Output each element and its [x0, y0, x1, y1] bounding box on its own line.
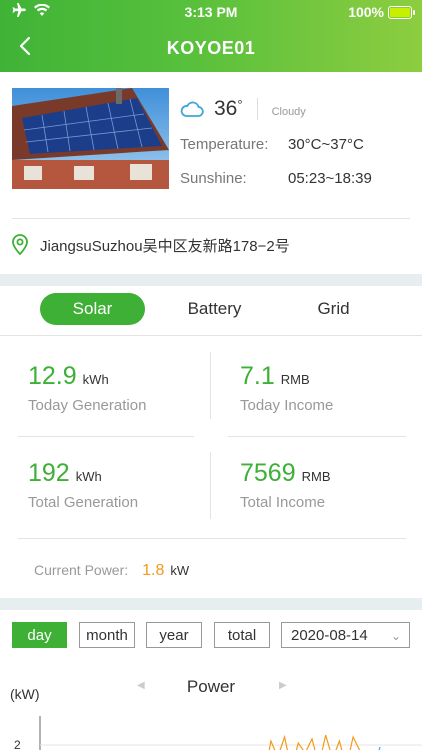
- filter-day-button[interactable]: day: [12, 622, 67, 648]
- temperature-label: Temperature:: [180, 136, 269, 153]
- grid-divider-h: [18, 538, 406, 539]
- location-pin-icon: [12, 234, 28, 256]
- current-power-value: 1.8: [142, 562, 165, 579]
- power-chart: 2: [14, 716, 422, 750]
- grid-divider-h: [18, 436, 194, 437]
- weather-summary: 36° Cloudy: [180, 97, 306, 121]
- current-power-unit: kW: [170, 563, 190, 578]
- total-income-value: 7569: [240, 459, 296, 487]
- grid-divider-v: [210, 452, 211, 519]
- total-generation-label: Total Generation: [28, 494, 139, 511]
- site-photo: [12, 88, 169, 189]
- total-income: 7569 RMB Total Income: [240, 459, 331, 511]
- chart-title: Power: [186, 677, 236, 696]
- sunshine-row: Sunshine: 05:23~18:39: [180, 170, 372, 187]
- divider: [12, 218, 410, 219]
- current-power-label: Current Power:: [34, 562, 129, 578]
- date-value: 2020-08-14: [291, 627, 368, 644]
- current-power: Current Power: 1.8 kW: [34, 562, 189, 580]
- grid-divider-h: [228, 436, 406, 437]
- grid-divider-v: [210, 352, 211, 419]
- sunshine-value: 05:23~18:39: [288, 170, 372, 187]
- tab-solar[interactable]: Solar: [40, 293, 145, 325]
- temperature-row: Temperature: 30°C~37°C: [180, 136, 364, 153]
- today-income-label: Today Income: [240, 397, 334, 414]
- current-temperature: 36°: [214, 97, 243, 120]
- total-income-unit: RMB: [301, 469, 331, 484]
- total-generation-value: 192: [28, 459, 70, 487]
- today-generation-unit: kWh: [82, 372, 109, 387]
- weather-condition: Cloudy: [271, 106, 306, 118]
- page-title: KOYOE01: [166, 38, 256, 58]
- tab-grid[interactable]: Grid: [281, 293, 386, 325]
- filter-month-button[interactable]: month: [79, 622, 135, 648]
- cloud-icon: [180, 101, 204, 117]
- today-generation: 12.9 kWh Today Generation: [28, 362, 146, 414]
- section-separator: [0, 598, 422, 610]
- status-right: 100%: [348, 4, 415, 20]
- today-income: 7.1 RMB Today Income: [240, 362, 333, 414]
- status-bar: 3:13 PM 100%: [0, 0, 422, 24]
- source-tabs: Solar Battery Grid: [0, 291, 422, 335]
- weather-separator: [256, 98, 258, 120]
- app-header: 3:13 PM 100% KOYOE01: [0, 0, 422, 72]
- battery-percent: 100%: [348, 4, 384, 20]
- address-row: JiangsuSuzhou吴中区友新路178−2号: [10, 234, 290, 256]
- tab-battery[interactable]: Battery: [162, 293, 267, 325]
- chevron-down-icon: ⌄: [390, 629, 401, 643]
- power-series-line: [268, 734, 361, 750]
- date-picker[interactable]: 2020-08-14 ⌄: [281, 622, 410, 648]
- total-generation-unit: kWh: [75, 469, 102, 484]
- chart-next-arrow-icon[interactable]: ▶: [279, 680, 287, 691]
- total-generation: 192 kWh Total Generation: [28, 459, 138, 511]
- y-tick-label: 2: [14, 738, 21, 750]
- battery-icon: [388, 5, 415, 19]
- today-income-value: 7.1: [240, 362, 275, 390]
- filter-total-button[interactable]: total: [214, 622, 270, 648]
- address-text: JiangsuSuzhou吴中区友新路178−2号: [40, 237, 290, 255]
- today-income-unit: RMB: [280, 372, 310, 387]
- today-generation-value: 12.9: [28, 362, 77, 390]
- tabs-divider: [0, 335, 422, 336]
- total-income-label: Total Income: [240, 494, 326, 511]
- today-generation-label: Today Generation: [28, 397, 147, 414]
- temperature-value: 30°C~37°C: [288, 136, 364, 153]
- section-separator: [0, 274, 422, 286]
- sunshine-label: Sunshine:: [180, 170, 247, 187]
- filter-year-button[interactable]: year: [146, 622, 202, 648]
